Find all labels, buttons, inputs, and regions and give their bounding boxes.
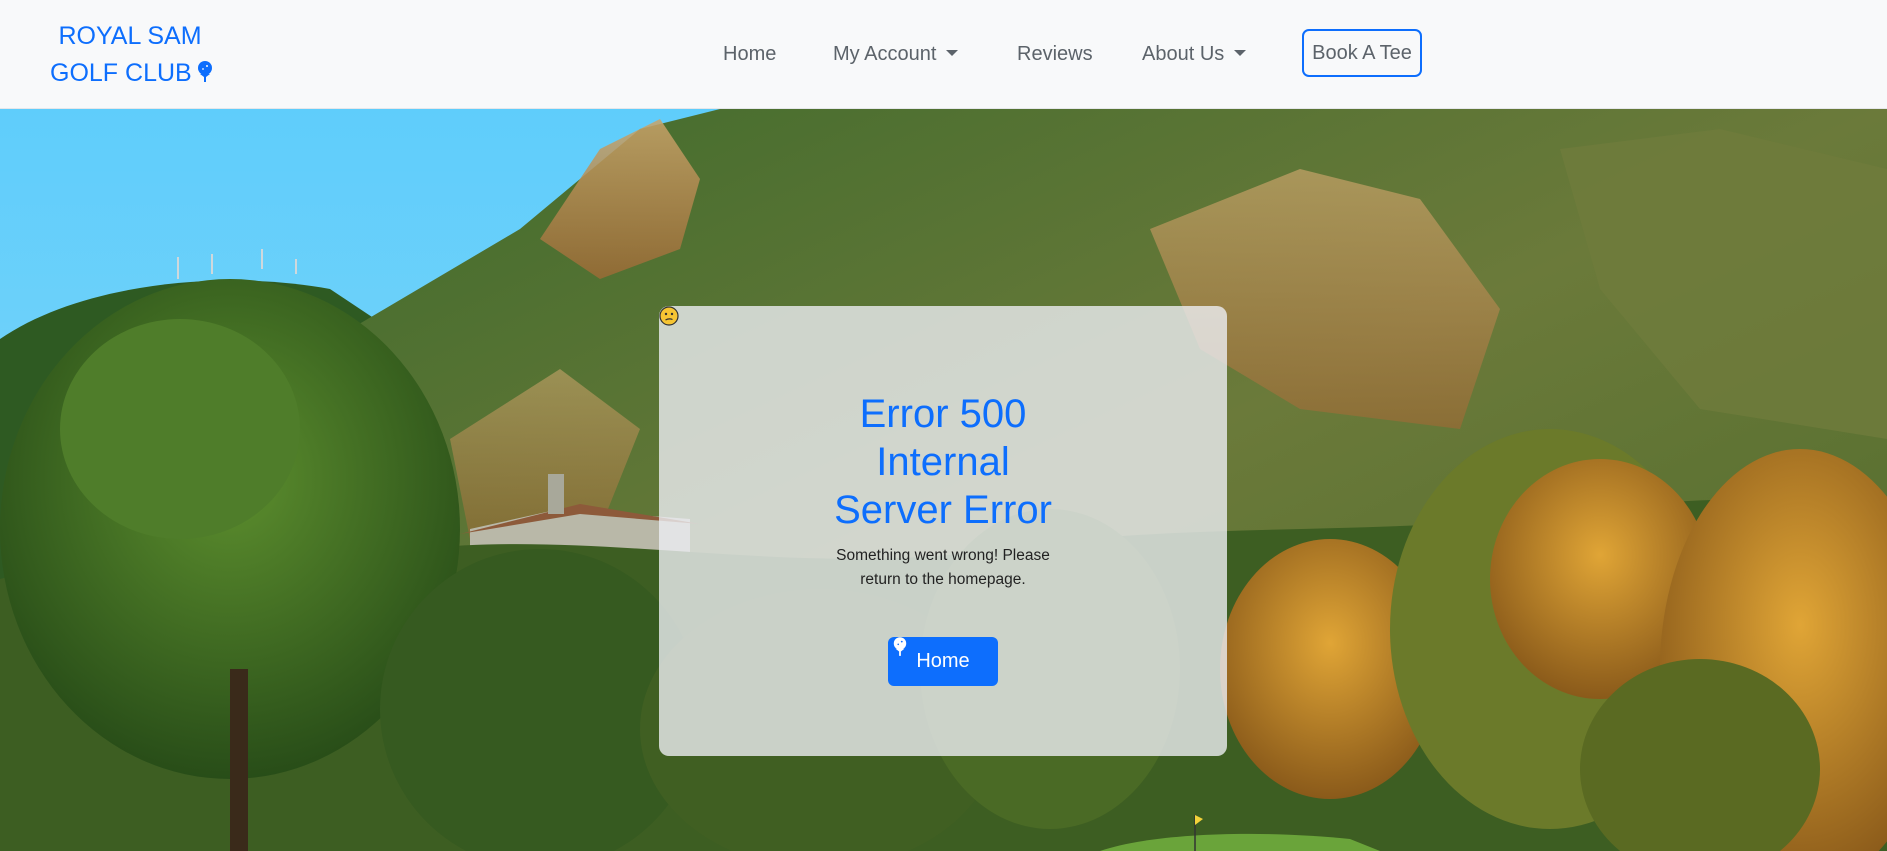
brand-name-line-2: GOLF CLUB [50, 55, 212, 92]
nav-about-us-label: About Us [1142, 43, 1225, 65]
error-message-line-1: Something went wrong! Please [836, 547, 1050, 564]
error-title-line-3: Server Error [834, 488, 1052, 532]
chevron-down-icon [946, 50, 959, 56]
home-button[interactable]: Home [888, 637, 998, 686]
chevron-down-icon [1234, 50, 1247, 56]
brand-name-text: GOLF CLUB [50, 59, 192, 87]
nav-about-us[interactable]: About Us [1142, 40, 1247, 68]
brand-logo-link[interactable]: ROYAL SAM GOLF CLUB [50, 18, 212, 92]
error-message: Something went wrong! Please return to t… [823, 544, 1063, 592]
nav-home-label: Home [723, 43, 777, 65]
book-a-tee-button[interactable]: Book A Tee [1302, 29, 1422, 77]
nav-my-account[interactable]: My Account [833, 40, 959, 68]
golf-tee-icon [197, 61, 212, 82]
nav-reviews-label: Reviews [1017, 43, 1093, 65]
nav-reviews[interactable]: Reviews [1017, 40, 1093, 68]
error-card: Error 500 Internal Server Error Somethin… [659, 306, 1227, 756]
error-title: Error 500 Internal Server Error [659, 390, 1227, 534]
navbar: ROYAL SAM GOLF CLUB Home My Account Revi… [0, 0, 1887, 109]
error-message-line-2: return to the homepage. [860, 571, 1026, 588]
hero-background: Error 500 Internal Server Error Somethin… [0, 109, 1887, 851]
golf-tee-icon [893, 637, 907, 656]
error-title-line-1: Error 500 [859, 392, 1027, 436]
nav-my-account-label: My Account [833, 43, 937, 65]
home-button-label: Home [916, 650, 970, 672]
confused-face-icon [659, 306, 679, 326]
nav-home[interactable]: Home [723, 40, 776, 68]
brand-name-line-1: ROYAL SAM [58, 22, 202, 50]
error-title-line-2: Internal [876, 440, 1010, 484]
